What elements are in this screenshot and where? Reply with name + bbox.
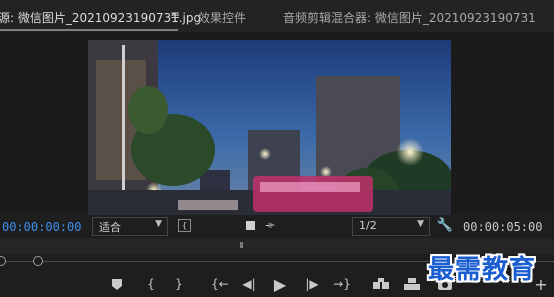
play-icon[interactable]: ▶: [271, 275, 289, 294]
zoom-handle-left[interactable]: [0, 256, 6, 266]
playback-resolution-value: 1/2: [359, 219, 377, 232]
zoom-level-value: 适合: [99, 221, 121, 234]
chevron-down-icon: ▼: [417, 219, 424, 229]
go-to-in-icon[interactable]: {←: [211, 275, 229, 293]
playhead-marker: [240, 242, 243, 248]
zoom-level-select[interactable]: 适合 ▼: [92, 217, 168, 236]
mark-in-icon[interactable]: {: [142, 275, 160, 293]
playhead-timecode[interactable]: 00:00:00:00: [2, 220, 81, 234]
chevron-down-icon: ▼: [155, 219, 162, 229]
monitor-controls-bar: 00:00:00:00 适合 ▼ { ⟛ 1/2 ▼ 🔧 00:00:05:00: [0, 216, 554, 238]
watermark-logo: 最需教育: [428, 255, 537, 285]
panel-tab-bar: 源: 微信图片_20210923190731.jpg ≡ 效果控件 音频剪辑混合…: [0, 0, 554, 32]
tab-audio-clip-mixer[interactable]: 音频剪辑混合器: 微信图片_20210923190731: [283, 9, 536, 26]
step-back-icon[interactable]: ◀|: [240, 275, 258, 293]
insert-icon[interactable]: [372, 275, 390, 293]
safe-margins-icon[interactable]: {: [178, 219, 191, 232]
tab-effect-controls[interactable]: 效果控件: [198, 9, 246, 26]
active-tab-indicator: [0, 29, 178, 31]
video-frame-preview: [88, 40, 451, 215]
duration-timecode: 00:00:05:00: [463, 220, 543, 234]
hamburger-menu-icon[interactable]: ≡: [170, 8, 180, 22]
mark-out-icon[interactable]: }: [170, 275, 188, 293]
overwrite-icon[interactable]: [403, 275, 421, 293]
playback-resolution-select[interactable]: 1/2 ▼: [352, 217, 430, 236]
go-to-out-icon[interactable]: →}: [333, 275, 351, 293]
drag-audio-only-icon[interactable]: ⟛: [263, 218, 277, 232]
zoom-handle-right[interactable]: [33, 256, 43, 266]
step-forward-icon[interactable]: |▶: [303, 275, 321, 293]
drag-video-only-icon[interactable]: [243, 218, 257, 232]
add-marker-icon[interactable]: [108, 275, 126, 293]
wrench-settings-icon[interactable]: 🔧: [437, 218, 453, 233]
